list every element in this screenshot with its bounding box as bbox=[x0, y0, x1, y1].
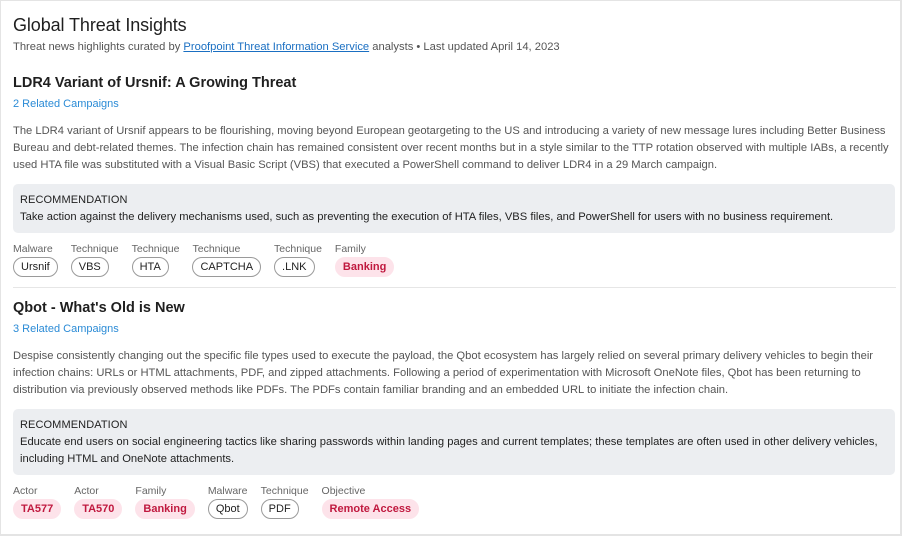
page-title: Global Threat Insights bbox=[13, 15, 187, 35]
tag-chip[interactable]: CAPTCHA bbox=[192, 257, 262, 277]
tag-label: Family bbox=[334, 243, 366, 255]
article-body: Despise consistently changing out the sp… bbox=[13, 350, 874, 396]
tag-chip[interactable]: Ursnif bbox=[13, 257, 58, 277]
related-campaigns-link[interactable]: 3 Related Campaigns bbox=[13, 321, 892, 337]
tag-technique: Technique CAPTCHA bbox=[192, 242, 262, 277]
tag-chip[interactable]: Banking bbox=[135, 499, 195, 519]
recommendation-label: RECOMMENDATION bbox=[20, 419, 128, 431]
tag-label: Malware bbox=[13, 243, 53, 255]
tag-chip[interactable]: TA577 bbox=[13, 499, 62, 519]
subtitle-prefix: Threat news highlights curated by bbox=[13, 41, 184, 53]
panel-content: Global Threat Insights Threat news highl… bbox=[13, 13, 896, 519]
tag-chip[interactable]: Qbot bbox=[207, 499, 248, 519]
tag-label: Malware bbox=[207, 485, 248, 497]
article-body: The LDR4 variant of Ursnif appears to be… bbox=[13, 125, 889, 171]
tag-label: Technique bbox=[70, 243, 119, 255]
tag-objective: Objective Remote Access bbox=[321, 484, 420, 519]
article-ursnif: LDR4 Variant of Ursnif: A Growing Threat… bbox=[13, 73, 896, 288]
tag-malware: Malware Ursnif bbox=[13, 242, 58, 277]
tag-chip[interactable]: Banking bbox=[334, 257, 395, 277]
tag-label: Technique bbox=[260, 485, 309, 497]
recommendation-text: Take action against the delivery mechani… bbox=[20, 211, 834, 223]
tag-chip[interactable]: PDF bbox=[260, 499, 299, 519]
tag-technique: Technique .LNK bbox=[274, 242, 322, 277]
proofpoint-tis-link[interactable]: Proofpoint Threat Information Service bbox=[183, 41, 369, 53]
tag-family: Family Banking bbox=[135, 484, 195, 519]
article-qbot: Qbot - What's Old is New 3 Related Campa… bbox=[13, 298, 895, 519]
global-threat-insights-panel: Global Threat Insights Threat news highl… bbox=[0, 0, 902, 536]
tag-chip[interactable]: Remote Access bbox=[321, 499, 420, 519]
tag-chip[interactable]: .LNK bbox=[274, 257, 315, 277]
tag-chip[interactable]: HTA bbox=[131, 257, 169, 277]
recommendation-text: Educate end users on social engineering … bbox=[20, 436, 878, 465]
tag-malware: Malware Qbot bbox=[207, 484, 248, 519]
page-subtitle: Threat news highlights curated by Proofp… bbox=[13, 39, 892, 55]
tag-label: Actor bbox=[13, 485, 38, 497]
tag-label: Objective bbox=[321, 485, 366, 497]
tag-actor: Actor TA577 bbox=[13, 484, 62, 519]
tag-chip[interactable]: VBS bbox=[70, 257, 109, 277]
subtitle-suffix: analysts • Last updated April 14, 2023 bbox=[369, 41, 560, 53]
related-campaigns-link[interactable]: 2 Related Campaigns bbox=[13, 96, 892, 112]
article-title: Qbot - What's Old is New bbox=[13, 300, 185, 316]
recommendation-box: RECOMMENDATION Take action against the d… bbox=[13, 184, 895, 233]
recommendation-box: RECOMMENDATION Educate end users on soci… bbox=[13, 409, 895, 475]
tag-family: Family Banking bbox=[334, 242, 395, 277]
tag-label: Technique bbox=[131, 243, 180, 255]
tag-label: Technique bbox=[192, 243, 241, 255]
tag-label: Technique bbox=[274, 243, 322, 255]
article-title: LDR4 Variant of Ursnif: A Growing Threat bbox=[13, 75, 297, 91]
recommendation-label: RECOMMENDATION bbox=[20, 194, 128, 206]
tag-actor: Actor TA570 bbox=[74, 484, 123, 519]
tag-label: Family bbox=[135, 485, 167, 497]
tag-list: Malware Ursnif Technique VBS Technique H… bbox=[13, 242, 892, 277]
article-divider bbox=[13, 287, 896, 288]
tag-technique: Technique VBS bbox=[70, 242, 119, 277]
tag-chip[interactable]: TA570 bbox=[74, 499, 123, 519]
tag-list: Actor TA577 Actor TA570 Family Banking M… bbox=[13, 484, 892, 519]
tag-technique: Technique HTA bbox=[131, 242, 180, 277]
tag-label: Actor bbox=[74, 485, 99, 497]
tag-technique: Technique PDF bbox=[260, 484, 309, 519]
